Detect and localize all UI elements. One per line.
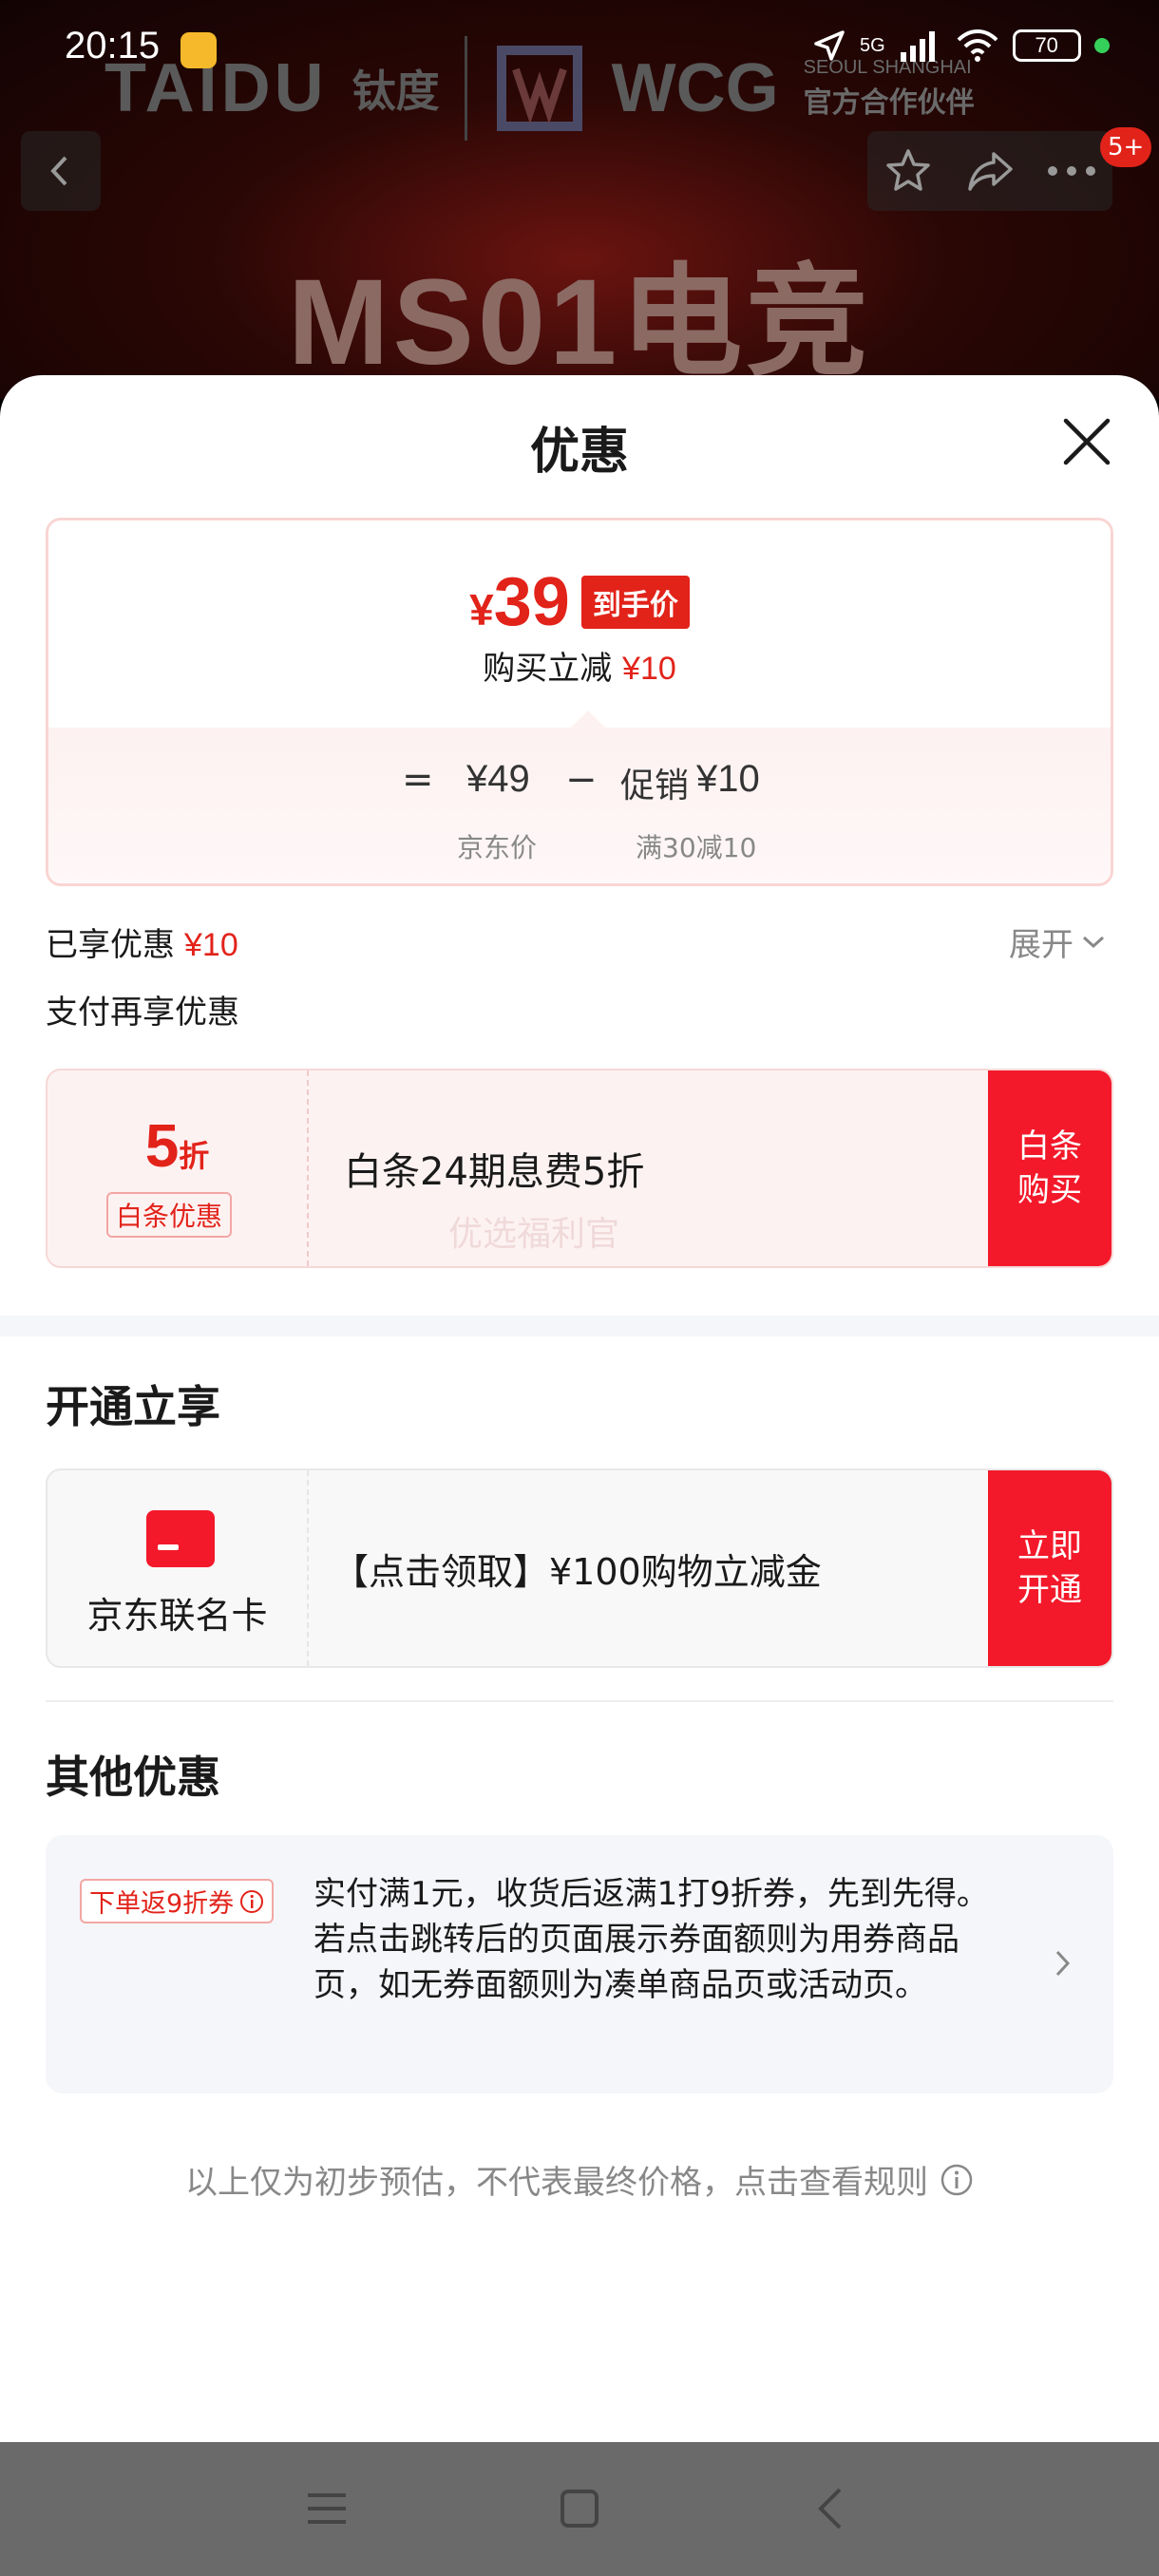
- top-actions: [867, 131, 1112, 211]
- favorite-button[interactable]: [867, 131, 949, 211]
- base-price: ¥49: [466, 758, 530, 800]
- baitiao-buy-button[interactable]: 白条 购买: [988, 1070, 1112, 1266]
- price-summary: ¥39 到手价 购买立减 ¥10: [48, 521, 1111, 728]
- minus-sign: −: [565, 758, 598, 802]
- privacy-dot: [1093, 38, 1110, 53]
- more-icon: [1048, 166, 1095, 176]
- cobrand-offer-text: 【点击领取】¥100购物立减金: [332, 1550, 822, 1593]
- enjoyed-discount: 已享优惠 ¥10: [46, 919, 238, 965]
- coupon-tag-label: 下单返9折券: [89, 1889, 235, 1919]
- location-icon: [814, 30, 845, 61]
- discount-unit: 折: [179, 1138, 210, 1174]
- instant-discount-label: 购买立减: [483, 650, 613, 688]
- chevron-right-icon: [1055, 1950, 1071, 1977]
- price-formula: = ¥49 − 促销 ¥10 京东价 满30减10: [48, 728, 1111, 883]
- info-icon: [940, 2164, 973, 2195]
- baitiao-btn-line2: 购买: [1017, 1171, 1082, 1209]
- instant-discount: 购买立减 ¥10: [48, 642, 1111, 689]
- back-button[interactable]: [21, 131, 101, 211]
- coupon-description: 实付满1元，收货后返满1打9折券，先到先得。若点击跳转后的页面展示券面额则为用券…: [314, 1875, 989, 2004]
- instant-discount-value: ¥10: [622, 651, 676, 687]
- open-enjoy-title: 开通立享: [46, 1381, 220, 1432]
- cobrand-card-badge: 京东联名卡: [48, 1470, 309, 1666]
- disclaimer-text: 以上仅为初步预估，不代表最终价格，点击查看规则: [185, 2164, 928, 2202]
- home-icon[interactable]: [551, 2480, 608, 2537]
- expand-toggle[interactable]: 展开: [1009, 919, 1106, 965]
- other-offers-title: 其他优惠: [46, 1752, 220, 1803]
- promo-value: ¥10: [696, 758, 760, 800]
- status-icons: 5G 70: [812, 28, 1110, 63]
- back-icon: [50, 156, 67, 186]
- expand-label: 展开: [1009, 926, 1074, 964]
- close-button[interactable]: [1056, 411, 1117, 472]
- network-type: 5G: [860, 34, 885, 56]
- baitiao-tag: 白条优惠: [106, 1192, 233, 1238]
- enjoyed-label: 已享优惠: [46, 926, 175, 964]
- watermark-text: 优选福利官: [448, 1215, 620, 1254]
- final-price: ¥39: [469, 563, 570, 641]
- status-bar: 20:15 5G 70: [0, 0, 1159, 104]
- wifi-icon: [957, 29, 998, 62]
- section-divider: [0, 1316, 1159, 1336]
- info-icon: [240, 1889, 264, 1913]
- share-button[interactable]: [949, 131, 1031, 211]
- pointer-triangle: [569, 710, 607, 729]
- open-btn-line1: 立即: [1017, 1527, 1082, 1565]
- final-price-row: ¥39 到手价: [48, 563, 1111, 641]
- system-nav-bar: [0, 2442, 1159, 2576]
- promo-caption: 满30减10: [636, 832, 757, 863]
- rules-disclaimer[interactable]: 以上仅为初步预估，不代表最终价格，点击查看规则: [0, 2156, 1159, 2203]
- close-icon: [1063, 418, 1111, 465]
- menu-icon[interactable]: [298, 2480, 355, 2537]
- notification-badge: 5+: [1100, 127, 1152, 167]
- return-coupon-card[interactable]: 下单返9折券 实付满1元，收货后返满1打9折券，先到先得。若点击跳转后的页面展示…: [46, 1835, 1113, 2093]
- open-now-button[interactable]: 立即 开通: [988, 1470, 1112, 1666]
- final-price-tag: 到手价: [580, 576, 690, 629]
- status-time: 20:15: [65, 25, 161, 66]
- pay-more-title: 支付再享优惠: [46, 994, 239, 1032]
- share-icon: [968, 152, 1013, 191]
- sheet-title: 优惠: [529, 424, 629, 481]
- open-btn-line2: 开通: [1017, 1571, 1082, 1609]
- star-icon: [886, 149, 930, 191]
- price-breakdown-card: ¥39 到手价 购买立减 ¥10 = ¥49 − 促销 ¥10 京东价 满30减…: [46, 518, 1113, 886]
- divider-line: [46, 1700, 1113, 1702]
- equals-sign: =: [402, 758, 434, 802]
- card-icon: [146, 1510, 215, 1567]
- chevron-down-icon: [1082, 936, 1105, 948]
- baitiao-btn-line1: 白条: [1017, 1127, 1082, 1165]
- signal-icon: [900, 31, 935, 62]
- promo-label: 促销: [620, 767, 690, 805]
- return-coupon-tag[interactable]: 下单返9折券: [80, 1879, 275, 1923]
- cobrand-card-offer[interactable]: 京东联名卡 【点击领取】¥100购物立减金 立即 开通: [46, 1468, 1113, 1668]
- battery-indicator: 70: [1012, 29, 1081, 62]
- currency-symbol: ¥: [469, 585, 494, 635]
- discount-number: 5: [144, 1111, 180, 1180]
- final-price-value: 39: [493, 564, 570, 640]
- enjoyed-value: ¥10: [184, 927, 238, 963]
- cobrand-card-name: 京东联名卡: [86, 1595, 268, 1637]
- baitiao-discount: 5折: [48, 1110, 307, 1181]
- app-notification-icon: [180, 32, 217, 68]
- baitiao-discount-badge: 5折 白条优惠: [48, 1070, 309, 1266]
- nav-back-icon[interactable]: [804, 2480, 861, 2537]
- base-price-caption: 京东价: [457, 832, 538, 863]
